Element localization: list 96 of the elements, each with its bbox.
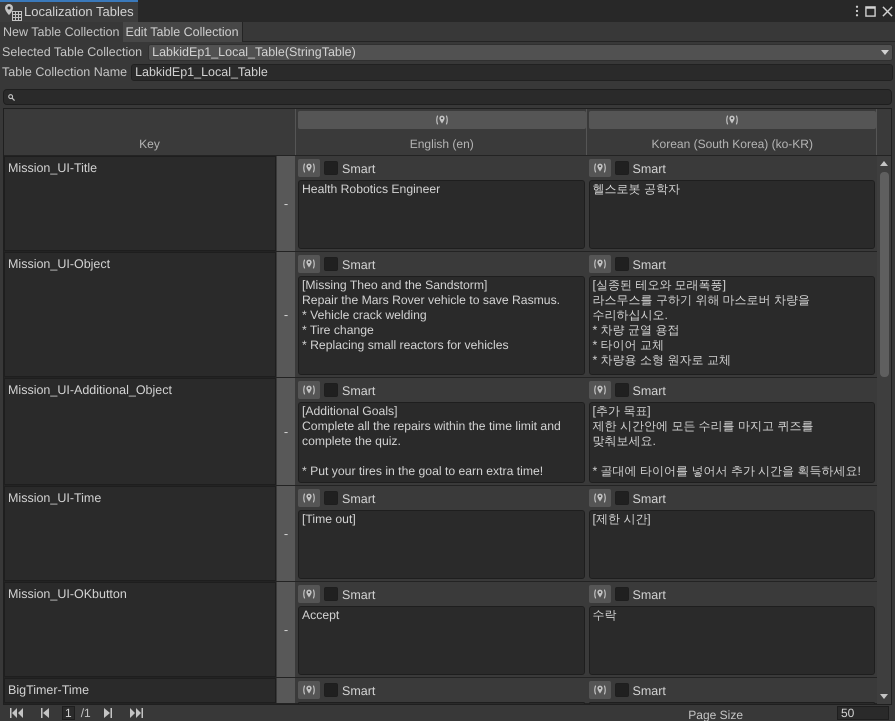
smart-checkbox[interactable]	[614, 683, 628, 697]
column-heading[interactable]: Korean (South Korea) (ko-KR)	[652, 135, 813, 153]
pin-braces-icon	[592, 383, 606, 397]
metadata-button[interactable]	[298, 585, 320, 603]
metadata-button[interactable]	[298, 255, 320, 273]
key-cell: Mission_UI-Time	[4, 486, 276, 581]
remove-button[interactable]: -	[277, 486, 295, 581]
text-area[interactable]: 수락	[588, 606, 875, 675]
key-cell: BigTimer-Time	[4, 678, 276, 703]
search-field[interactable]	[3, 89, 892, 105]
pin-braces-icon	[434, 113, 449, 127]
checkbox-label: Smart	[342, 587, 376, 604]
remove-button[interactable]: -	[277, 156, 295, 251]
tab[interactable]: Edit Table Collection	[122, 22, 243, 42]
smart-checkbox[interactable]	[324, 587, 338, 601]
text-area[interactable]: Accept	[298, 606, 584, 675]
pin-braces-icon	[592, 683, 606, 697]
pin-braces-icon	[302, 257, 316, 271]
metadata-button[interactable]	[588, 159, 610, 177]
metadata-button[interactable]	[298, 381, 320, 399]
previous-page-icon[interactable]	[38, 708, 52, 718]
field-label: Selected Table Collection	[2, 44, 142, 61]
metadata-button[interactable]	[588, 489, 610, 507]
key-cell: Mission_UI-Object	[4, 252, 276, 377]
smart-checkbox[interactable]	[614, 257, 628, 271]
metadata-button[interactable]	[588, 381, 610, 399]
text-area[interactable]: 헬스로봇 공학자	[588, 180, 875, 249]
checkbox-label: Smart	[342, 161, 376, 178]
pin-braces-icon	[592, 491, 606, 505]
key-cell: Mission_UI-Additional_Object	[4, 378, 276, 485]
checkbox-label: Smart	[342, 383, 376, 400]
close-icon[interactable]	[882, 6, 893, 16]
smart-checkbox[interactable]	[324, 683, 338, 697]
more-icon[interactable]	[855, 5, 859, 17]
column-heading[interactable]: English (en)	[410, 135, 474, 153]
smart-checkbox[interactable]	[614, 491, 628, 505]
text-area[interactable]: [Additional Goals] Complete all the repairs within the time limit and complete the quiz. * Put your tires in the goal to earn extra time!	[298, 402, 584, 483]
text-area[interactable]: [실종된 테오와 모래폭풍] 라스무스를 구하기 위해 마스로버 차량을 수리하십시오. * 차량 균열 용접 * 타이어 교체 * 차량용 소형 원자로 교체	[588, 276, 875, 375]
checkbox-label: Smart	[632, 683, 666, 700]
pin-braces-icon	[302, 161, 316, 175]
smart-checkbox[interactable]	[324, 491, 338, 505]
page-input-field[interactable]: 1	[62, 706, 75, 720]
checkbox-label: Smart	[342, 257, 376, 274]
smart-checkbox[interactable]	[324, 383, 338, 397]
text-area[interactable]: [제한 시간]	[588, 510, 875, 579]
collection-dropdown[interactable]: LabkidEp1_Local_Table(StringTable)	[148, 44, 893, 60]
smart-checkbox[interactable]	[614, 587, 628, 601]
checkbox-label: Smart	[632, 257, 666, 274]
metadata-button[interactable]	[588, 255, 610, 273]
pin-braces-icon	[592, 161, 606, 175]
page-total: /1	[80, 705, 91, 721]
scrollbar-thumb[interactable]	[880, 172, 888, 377]
map-grid-icon	[4, 3, 22, 21]
key-cell: Mission_UI-OKbutton	[4, 582, 276, 677]
key-cell: Mission_UI-Title	[4, 156, 276, 251]
text-area[interactable]: [Time out]	[298, 510, 584, 579]
window-tab[interactable]: Localization Tables	[0, 0, 138, 22]
smart-checkbox[interactable]	[324, 161, 338, 175]
smart-checkbox[interactable]	[614, 383, 628, 397]
name-input-field[interactable]: LabkidEp1_Local_Table	[131, 64, 893, 80]
search-icon	[8, 94, 15, 100]
metadata-button[interactable]	[298, 681, 320, 699]
pin-braces-icon	[302, 683, 316, 697]
text-area[interactable]: [Missing Theo and the Sandstorm] Repair the Mars Rover vehicle to save Rasmus. * Vehicle crack welding * Tire change * Replacing small reactors for vehicles	[298, 276, 584, 375]
pin-braces-icon	[592, 587, 606, 601]
text-area[interactable]: [추가 목표] 제한 시간안에 모든 수리를 마지고 퀴즈를 맞춰보세요. * 골대에 타이어를 넣어서 추가 시간을 획득하세요!	[588, 402, 875, 483]
remove-button[interactable]: -	[277, 582, 295, 677]
remove-button[interactable]: -	[277, 378, 295, 485]
pin-braces-icon	[592, 257, 606, 271]
checkbox-label: Smart	[632, 383, 666, 400]
dropdown-caret-icon	[881, 50, 889, 54]
pin-braces-icon	[302, 587, 316, 601]
pin-braces-icon	[725, 113, 740, 127]
smart-checkbox[interactable]	[324, 257, 338, 271]
page-size-field[interactable]: 50	[837, 706, 889, 720]
metadata-button[interactable]	[588, 585, 610, 603]
text-area[interactable]: Health Robotics Engineer	[298, 180, 584, 249]
metadata-button[interactable]	[588, 681, 610, 699]
pin-braces-icon	[302, 383, 316, 397]
scroll-up-icon[interactable]	[880, 161, 888, 166]
scroll-down-icon[interactable]	[880, 694, 888, 699]
first-page-icon[interactable]	[10, 708, 24, 718]
checkbox-label: Smart	[342, 683, 376, 700]
pin-braces-icon	[302, 491, 316, 505]
metadata-button[interactable]	[298, 489, 320, 507]
metadata-button[interactable]	[298, 159, 320, 177]
checkbox-label: Smart	[342, 491, 376, 508]
last-page-icon[interactable]	[128, 708, 143, 718]
checkbox-label: Smart	[632, 161, 666, 178]
maximize-icon[interactable]	[865, 6, 876, 16]
field-label: Table Collection Name	[2, 64, 128, 81]
checkbox-label: Smart	[632, 587, 666, 604]
checkbox-label: Smart	[632, 491, 666, 508]
remove-button[interactable]: -	[277, 252, 295, 377]
smart-checkbox[interactable]	[614, 161, 628, 175]
column-heading[interactable]: Key	[139, 135, 160, 153]
